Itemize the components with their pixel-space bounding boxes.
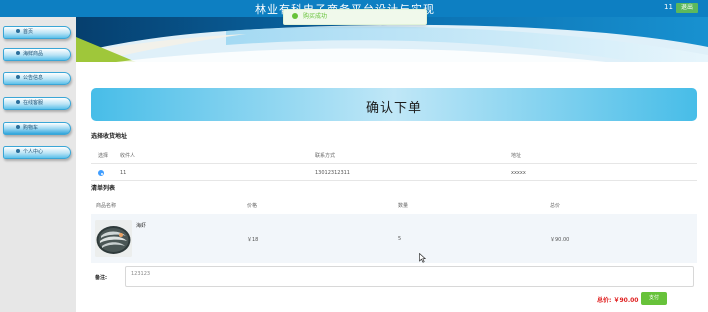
address-col-recipient: 收件人 xyxy=(120,153,136,159)
address-recipient: 11 xyxy=(120,170,127,176)
remark-label: 备注: xyxy=(95,275,107,281)
sidebar-item-label: 首页 xyxy=(23,29,34,35)
product-quantity: 5 xyxy=(398,236,402,242)
address-phone: 13012312311 xyxy=(315,170,350,176)
order-col-quantity: 数量 xyxy=(398,203,409,209)
divider xyxy=(91,163,697,164)
product-price: ￥18 xyxy=(247,237,259,243)
sidebar-item-label: 海鲜商品 xyxy=(23,51,44,57)
order-col-name: 商品名称 xyxy=(96,203,117,209)
order-col-price: 价格 xyxy=(247,203,258,209)
address-radio[interactable] xyxy=(98,170,104,176)
sidebar-item-label: 个人中心 xyxy=(23,149,44,155)
sidebar-item-cart[interactable]: 购物车 xyxy=(3,122,71,135)
home-icon xyxy=(16,28,20,33)
sidebar-item-label: 购物车 xyxy=(23,125,39,131)
order-col-total: 总价 xyxy=(550,203,561,209)
order-section-label: 清单列表 xyxy=(91,185,116,192)
address-col-select: 选择 xyxy=(98,153,109,159)
address-col-address: 地址 xyxy=(511,153,522,159)
address-section-label: 选择收货地址 xyxy=(91,133,128,140)
logout-button[interactable]: 退出 xyxy=(676,3,698,13)
page-title: 确认下单 xyxy=(365,101,422,116)
remark-textarea[interactable]: 123123 xyxy=(125,266,694,287)
fish-icon xyxy=(16,50,20,55)
info-icon xyxy=(16,74,20,79)
chat-icon xyxy=(16,99,20,104)
success-toast: 购买成功 xyxy=(283,9,427,25)
sidebar-item-home[interactable]: 首页 xyxy=(3,26,71,39)
sidebar-item-service[interactable]: 在线客服 xyxy=(3,97,71,110)
page-title-bar: 确认下单 xyxy=(91,88,697,121)
product-total: ￥90.00 xyxy=(550,237,570,243)
divider xyxy=(91,180,697,181)
sidebar-item-profile[interactable]: 个人中心 xyxy=(3,146,71,159)
address-col-phone: 联系方式 xyxy=(315,153,336,159)
product-name: 海虾 xyxy=(136,223,147,229)
current-user: 11 xyxy=(664,3,673,11)
product-image xyxy=(95,220,132,257)
address-detail: xxxxx xyxy=(511,170,526,176)
sidebar-item-label: 公告信息 xyxy=(23,75,44,81)
cart-icon xyxy=(16,124,20,129)
sidebar-item-label: 在线客服 xyxy=(23,100,44,106)
mouse-cursor-icon xyxy=(419,248,427,267)
check-circle-icon xyxy=(292,12,298,19)
table-row xyxy=(91,214,697,263)
sidebar-item-seafood[interactable]: 海鲜商品 xyxy=(3,48,71,61)
pay-button[interactable]: 支付 xyxy=(641,292,667,305)
toast-message: 购买成功 xyxy=(303,13,328,20)
sidebar: 首页 海鲜商品 公告信息 在线客服 购物车 个人中心 xyxy=(0,17,76,312)
order-total: 总价: ￥90.00 xyxy=(597,297,639,304)
sidebar-item-notice[interactable]: 公告信息 xyxy=(3,72,71,85)
shrimp-plate-image xyxy=(95,220,132,257)
user-icon xyxy=(16,148,20,153)
